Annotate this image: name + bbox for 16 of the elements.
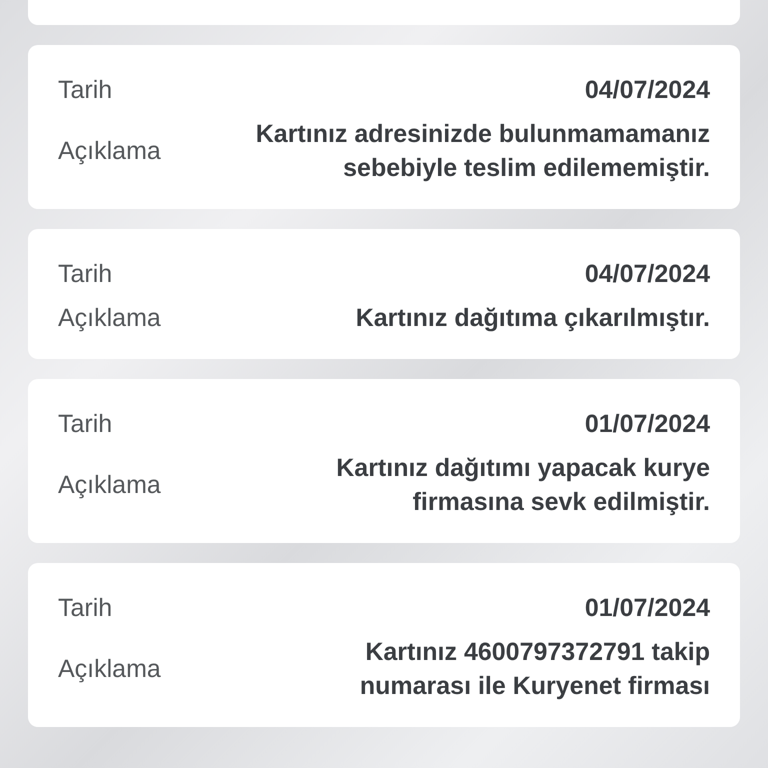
description-label: Açıklama [58,470,161,501]
date-label: Tarih [58,259,114,290]
date-label: Tarih [58,75,114,106]
description-text: Kartınız adresinizde bulunmamamanız sebebiyle teslim edilememiştir. [254,119,710,184]
description-text: Kartınız dağıtıma çıkarılmıştır. [356,303,710,334]
date-value: 01/07/2024 [584,593,710,624]
description-label: Açıklama [58,654,161,685]
date-value: 04/07/2024 [584,259,710,290]
description-label: Açıklama [58,303,161,334]
date-label: Tarih [58,409,114,440]
date-label: Tarih [58,593,114,624]
description-text: Kartınız dağıtımı yapacak kurye firmasına sevk edilmiştir. [335,453,710,518]
date-value: 04/07/2024 [584,75,710,106]
description-label: Açıklama [58,136,161,167]
description-text: Kartınız 4600797372791 takip numarası ile Kuryenet firması [358,637,710,702]
date-value: 01/07/2024 [584,409,710,440]
